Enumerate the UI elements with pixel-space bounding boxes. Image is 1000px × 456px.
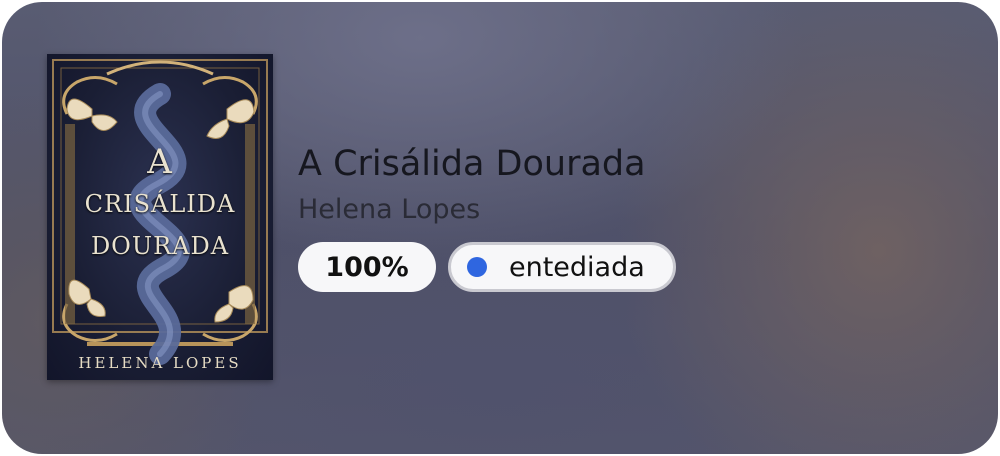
status-dot-icon xyxy=(467,257,487,277)
book-title[interactable]: A Crisálida Dourada xyxy=(298,140,676,188)
cover-title-line-1: A xyxy=(147,142,173,182)
cover-author: HELENA LOPES xyxy=(78,354,242,372)
book-cover[interactable]: A CRISÁLIDA DOURADA HELENA LOPES xyxy=(47,54,273,380)
mood-status-label: entediada xyxy=(509,251,645,283)
cover-title-line-3: DOURADA xyxy=(90,232,230,260)
book-info: A Crisálida Dourada Helena Lopes 100% en… xyxy=(298,140,676,292)
book-author[interactable]: Helena Lopes xyxy=(298,190,676,230)
mood-status-badge[interactable]: entediada xyxy=(448,242,676,292)
progress-badge: 100% xyxy=(298,242,436,292)
cover-title-line-2: CRISÁLIDA xyxy=(84,190,236,218)
book-badges: 100% entediada xyxy=(298,242,676,292)
book-card[interactable]: A CRISÁLIDA DOURADA HELENA LOPES A Crisá… xyxy=(2,2,998,454)
